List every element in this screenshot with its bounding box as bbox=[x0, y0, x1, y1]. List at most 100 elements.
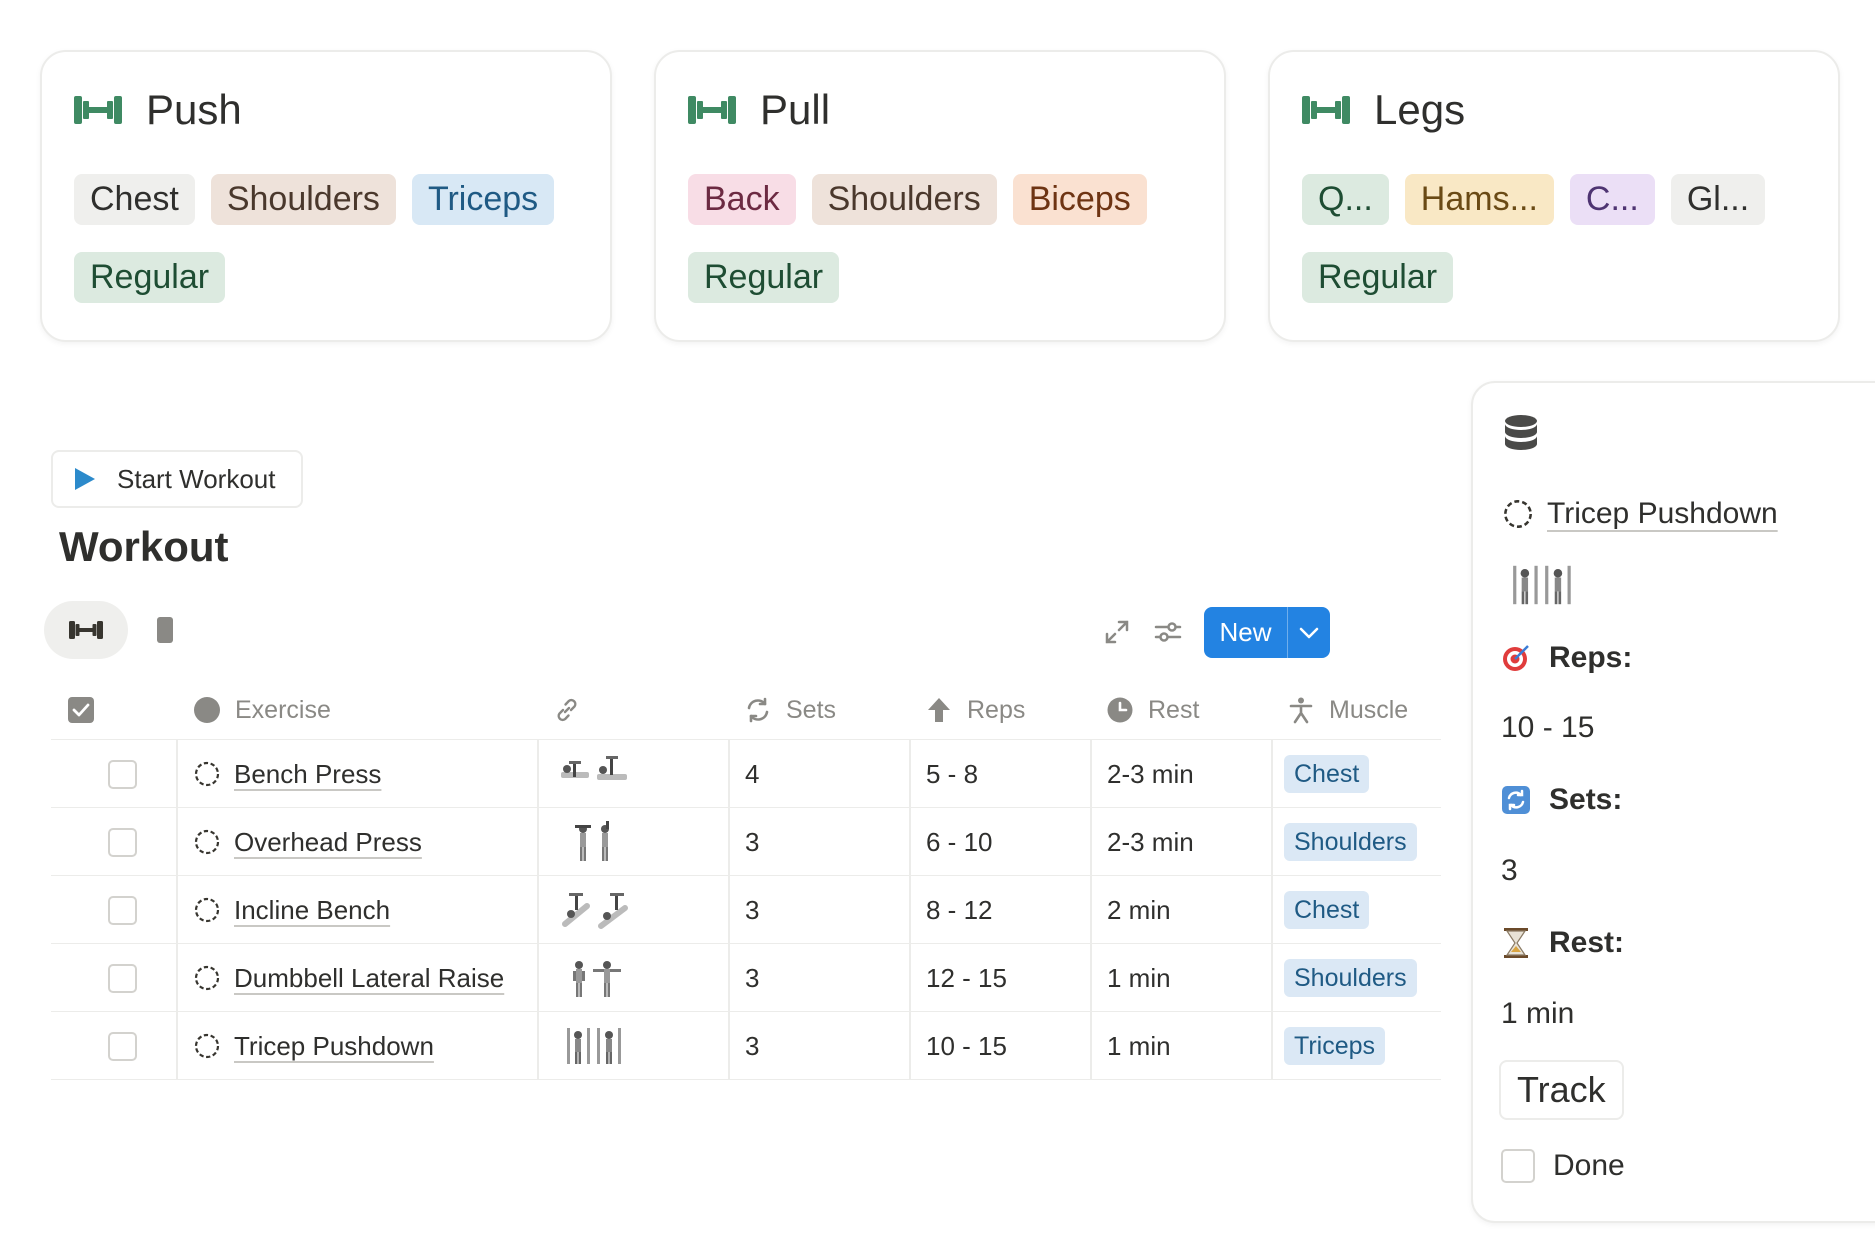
status-circle-icon bbox=[193, 696, 221, 724]
tag-regular: Regular bbox=[688, 252, 840, 303]
status-dashed-circle-icon bbox=[1504, 500, 1532, 528]
start-workout-label: Start Workout bbox=[117, 463, 276, 494]
tag-triceps: Triceps bbox=[411, 174, 555, 225]
tag-back: Back bbox=[688, 174, 796, 225]
column-header-label: Sets bbox=[786, 695, 837, 724]
table-row[interactable]: Overhead Press 3 6 - 10 2-3 min Shoulder… bbox=[51, 808, 1441, 876]
new-button-label: New bbox=[1219, 617, 1272, 647]
status-dashed-circle-icon bbox=[194, 829, 220, 855]
status-dashed-circle-icon bbox=[194, 965, 220, 991]
table-row[interactable]: Bench Press 4 5 - 8 2-3 min Chest bbox=[51, 740, 1441, 808]
reps-value: 12 - 15 bbox=[926, 962, 1007, 993]
exercise-image bbox=[575, 821, 609, 861]
track-button[interactable]: Track bbox=[1499, 1060, 1624, 1120]
link-icon bbox=[553, 696, 581, 724]
status-dashed-circle-icon bbox=[194, 897, 220, 923]
exercise-name[interactable]: Incline Bench bbox=[234, 895, 390, 926]
exercise-image bbox=[1513, 565, 1571, 605]
rest-label: Rest: bbox=[1501, 926, 1624, 960]
new-button[interactable]: New bbox=[1204, 607, 1330, 658]
tag-glutes: Gl... bbox=[1670, 174, 1766, 225]
column-header-muscle[interactable]: Muscle bbox=[1287, 680, 1408, 740]
view-tab-dumbbell[interactable] bbox=[44, 601, 128, 659]
card-legs[interactable]: Legs Q... Hams... C... Gl... Regular bbox=[1268, 50, 1840, 342]
expand-icon[interactable] bbox=[1102, 617, 1132, 647]
phone-icon bbox=[157, 617, 173, 643]
sets-value: 3 bbox=[1501, 854, 1518, 887]
panel-title-text[interactable]: Tricep Pushdown bbox=[1547, 497, 1778, 531]
dumbbell-icon bbox=[1302, 96, 1350, 124]
table-row[interactable]: Incline Bench 3 8 - 12 2 min Chest bbox=[51, 876, 1441, 944]
tag-calves: C... bbox=[1569, 174, 1655, 225]
done-checkbox[interactable] bbox=[1501, 1149, 1535, 1183]
exercise-name[interactable]: Overhead Press bbox=[234, 827, 422, 858]
sets-value: 3 bbox=[745, 1030, 760, 1061]
dumbbell-icon bbox=[69, 621, 103, 639]
exercise-image bbox=[573, 961, 621, 997]
card-push[interactable]: Push Chest Shoulders Triceps Regular bbox=[40, 50, 612, 342]
sets-value: 3 bbox=[745, 894, 760, 925]
panel-title[interactable]: Tricep Pushdown bbox=[1503, 497, 1778, 531]
tag-regular: Regular bbox=[74, 252, 226, 303]
start-workout-button[interactable]: Start Workout bbox=[51, 450, 303, 508]
rest-value: 2-3 min bbox=[1107, 758, 1194, 789]
card-title: Push bbox=[146, 86, 242, 133]
muscle-tag: Triceps bbox=[1284, 1027, 1386, 1065]
column-header-label: Rest bbox=[1148, 695, 1200, 724]
column-header-rest[interactable]: Rest bbox=[1106, 680, 1199, 740]
column-header-label: Muscle bbox=[1329, 695, 1409, 724]
person-icon bbox=[1287, 696, 1315, 724]
card-title: Legs bbox=[1374, 86, 1466, 133]
tag-shoulders: Shoulders bbox=[210, 174, 396, 225]
rest-value: 1 min bbox=[1107, 1030, 1171, 1061]
routine-cards: Push Chest Shoulders Triceps Regular Pul… bbox=[40, 50, 1840, 342]
exercise-name[interactable]: Tricep Pushdown bbox=[234, 1031, 434, 1062]
row-checkbox[interactable] bbox=[108, 895, 137, 925]
column-header-link[interactable] bbox=[553, 680, 595, 740]
column-header-label: Exercise bbox=[235, 695, 331, 724]
filter-settings-icon[interactable] bbox=[1153, 617, 1183, 647]
tag-hamstrings: Hams... bbox=[1404, 174, 1554, 225]
rest-value: 2-3 min bbox=[1107, 826, 1194, 857]
chevron-down-icon[interactable] bbox=[1288, 627, 1330, 639]
tag-quads: Q... bbox=[1302, 174, 1389, 225]
muscle-tag: Shoulders bbox=[1284, 959, 1417, 997]
clock-icon bbox=[1106, 696, 1134, 724]
table-header: Exercise Sets Reps Rest Muscle bbox=[51, 680, 1441, 740]
row-checkbox[interactable] bbox=[108, 759, 137, 789]
column-header-exercise[interactable]: Exercise bbox=[193, 680, 331, 740]
exercise-name[interactable]: Dumbbell Lateral Raise bbox=[234, 963, 504, 994]
done-checkbox-row[interactable]: Done bbox=[1501, 1149, 1625, 1183]
card-pull[interactable]: Pull Back Shoulders Biceps Regular bbox=[654, 50, 1226, 342]
sets-label: Sets: bbox=[1501, 783, 1622, 817]
checkbox-checked-icon bbox=[68, 697, 94, 723]
select-all-checkbox[interactable] bbox=[68, 680, 94, 740]
exercise-detail-panel: Tricep Pushdown Reps: 10 - 15 Sets: 3 Re… bbox=[1471, 381, 1875, 1223]
row-checkbox[interactable] bbox=[108, 827, 137, 857]
reps-value: 5 - 8 bbox=[926, 758, 979, 789]
reps-value: 10 - 15 bbox=[926, 1030, 1007, 1061]
exercise-image bbox=[561, 756, 627, 780]
sets-value: 4 bbox=[745, 758, 760, 789]
exercise-image bbox=[562, 893, 628, 929]
target-icon bbox=[1501, 643, 1531, 673]
column-header-reps[interactable]: Reps bbox=[925, 680, 1025, 740]
reps-value: 8 - 12 bbox=[926, 894, 993, 925]
sets-value: 3 bbox=[745, 962, 760, 993]
rest-value: 1 min bbox=[1107, 962, 1171, 993]
rest-value: 1 min bbox=[1501, 997, 1575, 1030]
refresh-icon bbox=[744, 696, 772, 724]
view-tab-phone[interactable] bbox=[150, 610, 180, 650]
arrow-up-icon bbox=[925, 696, 953, 724]
muscle-tag: Chest bbox=[1284, 755, 1370, 793]
exercise-name[interactable]: Bench Press bbox=[234, 759, 381, 790]
row-checkbox[interactable] bbox=[108, 963, 137, 993]
row-checkbox[interactable] bbox=[108, 1031, 137, 1061]
table-row[interactable]: Tricep Pushdown 3 10 - 15 1 min Triceps bbox=[51, 1012, 1441, 1080]
rest-value: 2 min bbox=[1107, 894, 1171, 925]
muscle-tag: Chest bbox=[1284, 891, 1370, 929]
table-row[interactable]: Dumbbell Lateral Raise 3 12 - 15 1 min S… bbox=[51, 944, 1441, 1012]
status-dashed-circle-icon bbox=[194, 1033, 220, 1059]
column-header-sets[interactable]: Sets bbox=[744, 680, 836, 740]
muscle-tag: Shoulders bbox=[1284, 823, 1417, 861]
